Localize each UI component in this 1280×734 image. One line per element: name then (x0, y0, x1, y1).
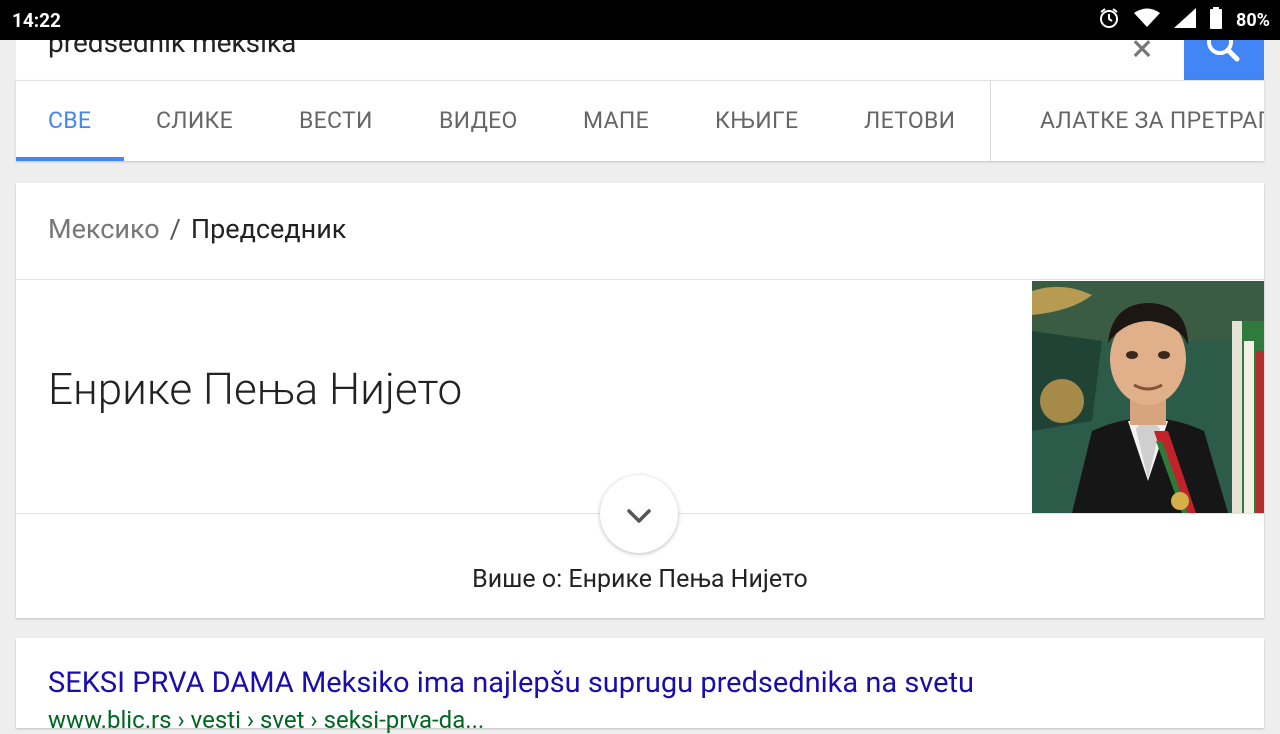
signal-icon (1174, 8, 1197, 32)
tab-search-tools[interactable]: АЛАТКЕ ЗА ПРЕТРАГУ (1040, 81, 1264, 161)
expand-button[interactable] (600, 475, 678, 553)
battery-level: 80% (1236, 9, 1270, 31)
tab-flights[interactable]: ЛЕТОВИ (864, 81, 955, 161)
search-tabs: СВЕ СЛИКЕ ВЕСТИ ВИДЕО МАПЕ КЊИГЕ ЛЕТОВИ … (16, 80, 1264, 161)
status-time: 14:22 (12, 9, 61, 32)
answer-title: Енрике Пења Нијето (48, 363, 463, 415)
search-result: SEKSI PRVA DAMA Meksiko ima najlepšu sup… (16, 638, 1264, 734)
tab-books[interactable]: КЊИГЕ (715, 81, 798, 161)
battery-icon (1210, 7, 1223, 33)
breadcrumb-current: Председник (190, 213, 347, 245)
status-icons: 80% (1098, 7, 1270, 33)
tab-all[interactable]: СВЕ (48, 81, 91, 161)
status-bar: 14:22 80% (0, 0, 1280, 40)
knowledge-card: Мексико / Председник Енрике Пења Нијето (16, 183, 1264, 618)
tab-news[interactable]: ВЕСТИ (299, 81, 373, 161)
chevron-down-icon (627, 509, 651, 523)
result-title-link[interactable]: SEKSI PRVA DAMA Meksiko ima najlepšu sup… (48, 666, 974, 700)
breadcrumb-separator: / (169, 213, 181, 245)
president-portrait[interactable] (1032, 281, 1264, 513)
active-tab-indicator (16, 157, 124, 161)
search-icon (1207, 40, 1240, 62)
search-button[interactable] (1184, 40, 1264, 80)
more-about-link[interactable]: Више о: Енрике Пења Нијето (16, 565, 1264, 594)
wifi-icon (1134, 8, 1161, 32)
tab-maps[interactable]: МАПЕ (583, 81, 649, 161)
breadcrumb: Мексико / Председник (48, 213, 346, 245)
tab-divider (990, 81, 991, 161)
search-bar: predsednik meksika × (16, 40, 1264, 80)
close-icon[interactable]: × (1132, 40, 1152, 68)
search-input[interactable]: predsednik meksika (48, 40, 296, 59)
tab-images[interactable]: СЛИКЕ (156, 81, 233, 161)
tab-videos[interactable]: ВИДЕО (439, 81, 518, 161)
divider (16, 279, 1264, 280)
alarm-icon (1098, 7, 1120, 33)
breadcrumb-parent[interactable]: Мексико (48, 213, 160, 245)
result-url: www.blic.rs › vesti › svet › seksi-prva-… (48, 706, 485, 734)
